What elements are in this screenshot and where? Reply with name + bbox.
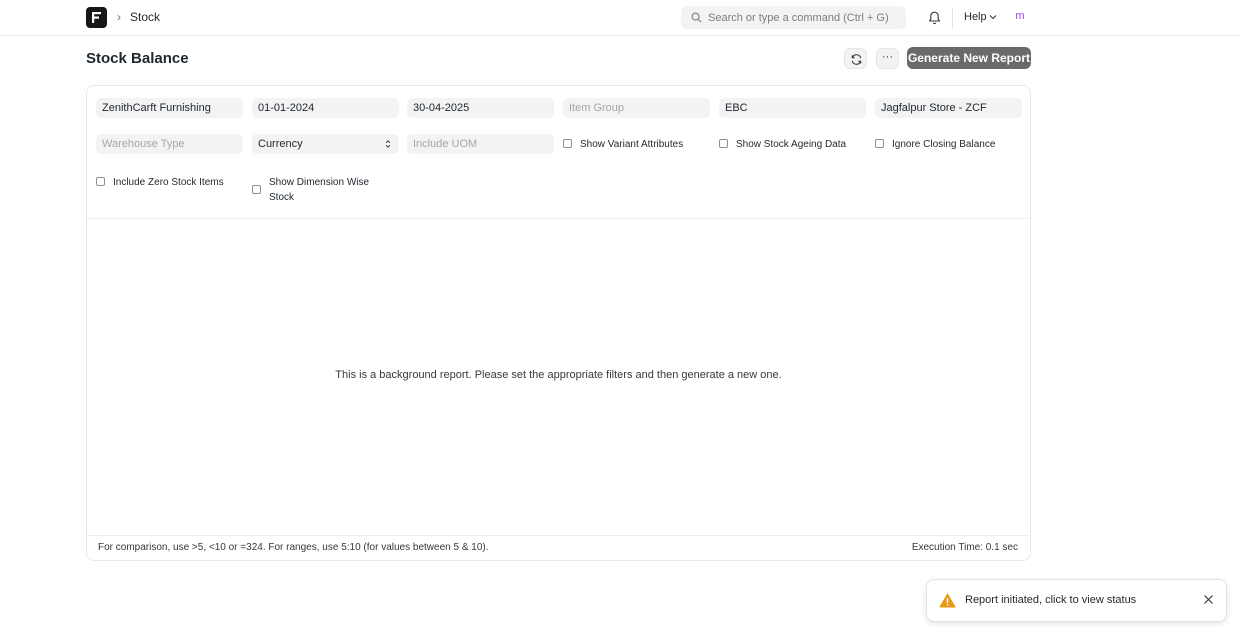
select-arrows-icon	[385, 140, 391, 148]
report-card: ZenithCarft Furnishing 01-01-2024 30-04-…	[86, 85, 1031, 561]
checkbox-box[interactable]	[96, 177, 105, 186]
checkbox-label: Ignore Closing Balance	[892, 139, 996, 150]
report-footer: For comparison, use >5, <10 or =324. For…	[87, 535, 1030, 560]
search-input[interactable]	[708, 6, 898, 29]
help-menu[interactable]: Help	[964, 11, 987, 23]
checkbox-label: Show Dimension Wise	[269, 177, 370, 188]
company-field[interactable]: ZenithCarft Furnishing	[96, 98, 243, 118]
from-date-field[interactable]: 01-01-2024	[252, 98, 399, 118]
checkbox-box[interactable]	[563, 139, 572, 148]
checkbox-box[interactable]	[252, 185, 261, 194]
item-field[interactable]: EBC	[719, 98, 866, 118]
checkbox-label: Show Stock Ageing Data	[736, 139, 847, 150]
item-group-field[interactable]: Item Group	[563, 98, 710, 118]
checkbox-box[interactable]	[875, 139, 884, 148]
breadcrumb-chevron-icon: ›	[117, 10, 121, 24]
refresh-icon	[851, 54, 862, 65]
generate-new-report-button[interactable]: Generate New Report	[907, 47, 1031, 69]
filter-hint-text: For comparison, use >5, <10 or =324. For…	[98, 542, 489, 553]
search-icon	[691, 12, 702, 23]
checkbox-label: Include Zero Stock Items	[113, 177, 224, 188]
search-bar[interactable]	[681, 6, 906, 29]
checkbox-label-line2: Stock	[269, 192, 295, 203]
breadcrumb-stock[interactable]: Stock	[130, 10, 160, 24]
checkbox-box[interactable]	[719, 139, 728, 148]
notification-bell-icon[interactable]	[928, 11, 941, 25]
report-status-toast[interactable]: Report initiated, click to view status	[926, 579, 1227, 622]
filter-area: ZenithCarft Furnishing 01-01-2024 30-04-…	[87, 86, 1030, 219]
currency-select-value: Currency	[258, 138, 303, 150]
page-title: Stock Balance	[86, 50, 189, 67]
currency-select[interactable]: Currency	[252, 134, 399, 154]
refresh-button[interactable]	[844, 48, 867, 69]
chevron-down-icon[interactable]	[989, 14, 997, 20]
execution-time: Execution Time: 0.1 sec	[911, 542, 1018, 553]
navbar: › Stock Help m	[0, 0, 1240, 36]
app-logo-icon[interactable]	[86, 7, 107, 28]
checkbox-label: Show Variant Attributes	[580, 139, 684, 150]
more-icon: ···	[882, 51, 893, 63]
warehouse-type-field[interactable]: Warehouse Type	[96, 134, 243, 154]
close-icon[interactable]	[1203, 594, 1214, 605]
to-date-field[interactable]: 30-04-2025	[407, 98, 554, 118]
more-actions-button[interactable]: ···	[876, 48, 899, 69]
warehouse-field[interactable]: Jagfalpur Store - ZCF	[875, 98, 1022, 118]
navbar-divider	[952, 8, 953, 28]
toast-message[interactable]: Report initiated, click to view status	[965, 594, 1136, 606]
user-avatar[interactable]: m	[1011, 8, 1029, 26]
include-uom-field[interactable]: Include UOM	[407, 134, 554, 154]
empty-report-message: This is a background report. Please set …	[335, 369, 782, 381]
warning-icon	[939, 593, 956, 608]
